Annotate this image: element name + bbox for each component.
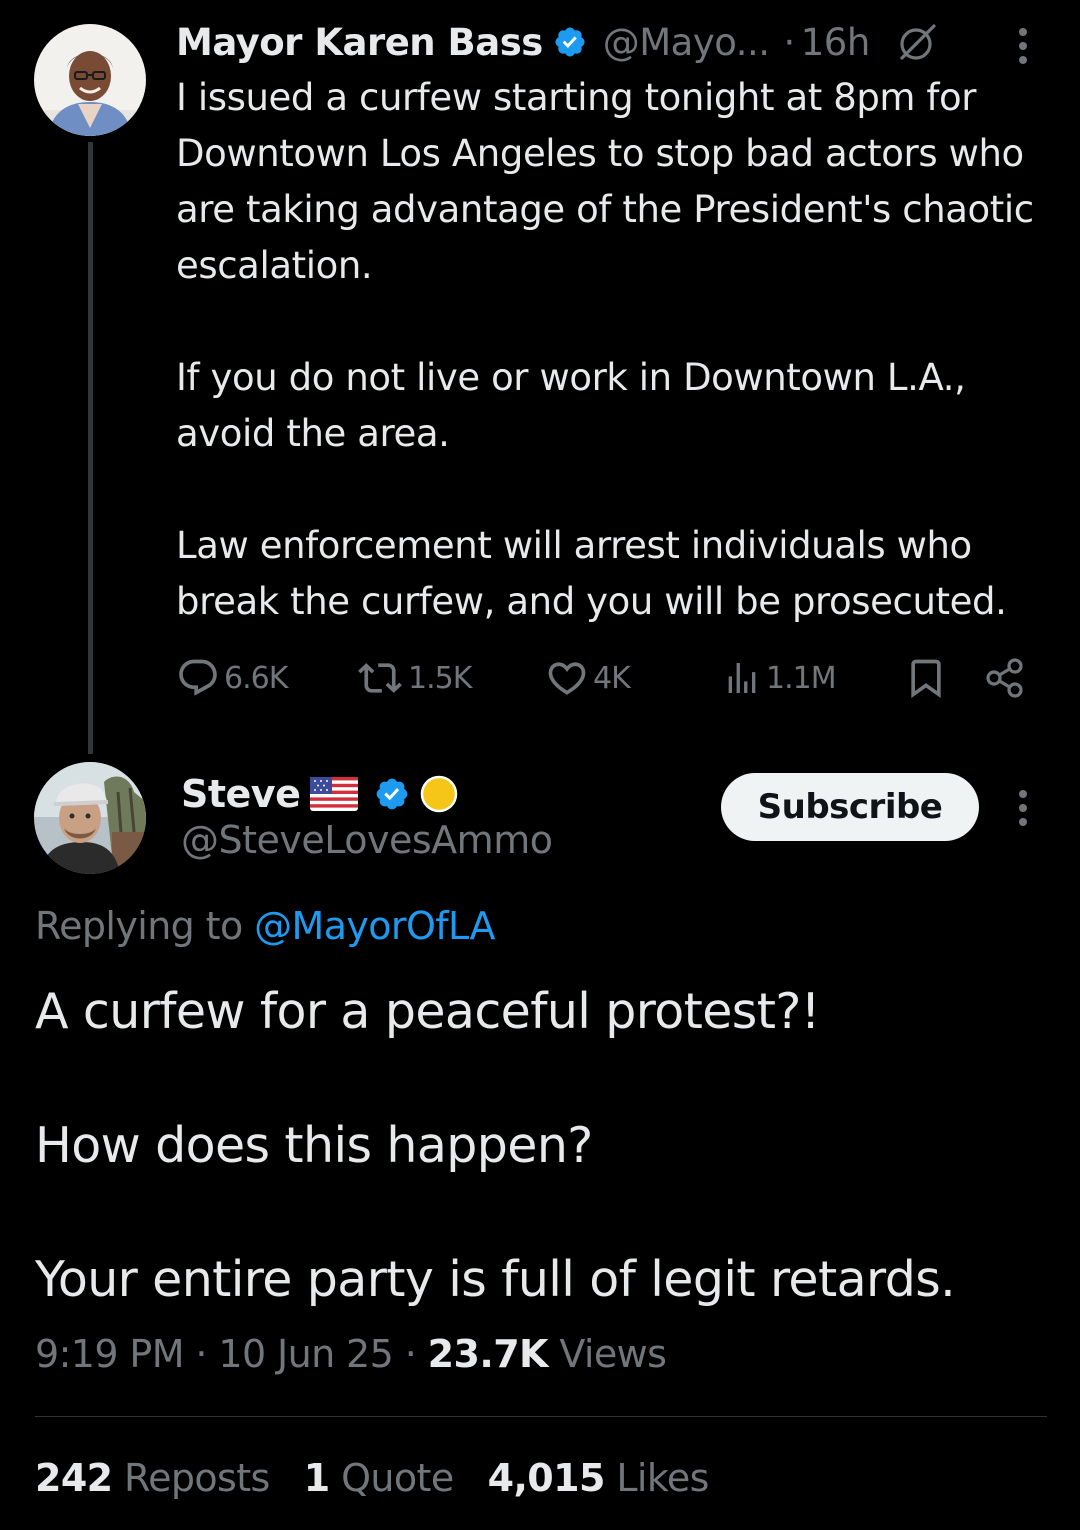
verified-badge-icon <box>555 27 585 57</box>
likes-label: Likes <box>616 1456 709 1500</box>
bookmark-action[interactable] <box>904 654 948 702</box>
share-action[interactable] <box>984 654 1026 702</box>
verified-badge-icon <box>376 778 408 810</box>
views-icon <box>728 663 756 693</box>
us-flag-icon <box>310 777 359 811</box>
more-icon[interactable] <box>1018 26 1028 66</box>
reposts-count: 242 <box>35 1456 113 1500</box>
views-count: 23.7K <box>427 1332 549 1376</box>
likes-count: 4,015 <box>487 1456 606 1500</box>
reply-author-name[interactable]: Steve <box>181 772 301 816</box>
quotes-count: 1 <box>303 1456 330 1500</box>
reply-tweet-text: A curfew for a peaceful protest?! How do… <box>35 978 1045 1313</box>
separator-dot: · <box>195 1332 207 1376</box>
tweet-time[interactable]: 9:19 PM <box>35 1332 185 1376</box>
like-icon <box>548 662 586 695</box>
steve-avatar[interactable] <box>34 762 146 874</box>
tweet-date[interactable]: 10 Jun 25 <box>218 1332 393 1376</box>
repost-action[interactable]: 1.5K <box>356 654 472 702</box>
views-label: Views <box>559 1332 667 1376</box>
quotes-stat[interactable]: 1 Quote <box>304 1456 454 1500</box>
like-action[interactable]: 4K <box>545 654 631 702</box>
tweet-paragraph: I issued a curfew starting tonight at 8p… <box>176 76 1034 287</box>
like-count: 4K <box>593 660 631 696</box>
tweet-paragraph: Law enforcement will arrest individuals … <box>176 524 1007 623</box>
parent-tweet-text: I issued a curfew starting tonight at 8p… <box>176 70 1056 630</box>
reply-action[interactable]: 6.6K <box>176 654 288 702</box>
repost-icon <box>358 663 402 693</box>
reply-author-row: Steve <box>181 768 458 820</box>
share-icon <box>986 658 1023 698</box>
replying-prefix: Replying to <box>35 904 243 948</box>
parent-tweet-header: Mayor Karen Bass @Mayo... · 16h <box>176 18 938 66</box>
reposts-stat[interactable]: 242 Reposts <box>35 1456 270 1500</box>
reply-icon <box>179 659 217 696</box>
engagement-stats: 242 Reposts 1 Quote 4,015 Likes <box>35 1456 743 1500</box>
author-name[interactable]: Mayor Karen Bass <box>176 21 543 64</box>
views-action[interactable]: 1.1M <box>722 654 837 702</box>
quotes-label: Quote <box>341 1456 454 1500</box>
tweet-meta: 9:19 PM · 10 Jun 25 · 23.7K Views <box>35 1332 667 1376</box>
reply-author-handle[interactable]: @SteveLovesAmmo <box>181 818 553 862</box>
reply-paragraph: Your entire party is full of legit retar… <box>35 1251 956 1308</box>
separator-dot: · <box>404 1332 417 1376</box>
grok-icon[interactable] <box>894 20 938 64</box>
likes-stat[interactable]: 4,015 Likes <box>487 1456 710 1500</box>
replying-handle-link[interactable]: @MayorOfLA <box>254 904 495 948</box>
reply-paragraph: How does this happen? <box>35 1117 593 1174</box>
subscribe-button[interactable]: Subscribe <box>721 773 979 841</box>
views-count: 1.1M <box>766 660 837 696</box>
thread-line <box>88 142 93 754</box>
reposts-label: Reposts <box>124 1456 270 1500</box>
replying-to: Replying to @MayorOfLA <box>35 904 495 948</box>
author-handle[interactable]: @Mayo... <box>603 21 770 64</box>
bookmark-icon <box>911 659 941 699</box>
divider <box>35 1416 1047 1417</box>
time-ago[interactable]: 16h <box>801 21 871 64</box>
more-icon[interactable] <box>1018 788 1028 828</box>
separator-dot: · <box>783 20 796 64</box>
reply-paragraph: A curfew for a peaceful protest?! <box>35 983 820 1040</box>
repost-count: 1.5K <box>408 660 472 696</box>
reply-count: 6.6K <box>224 660 288 696</box>
gold-emoji-icon <box>421 775 458 813</box>
tweet-paragraph: If you do not live or work in Downtown L… <box>176 356 966 455</box>
mayor-avatar[interactable] <box>34 24 146 136</box>
